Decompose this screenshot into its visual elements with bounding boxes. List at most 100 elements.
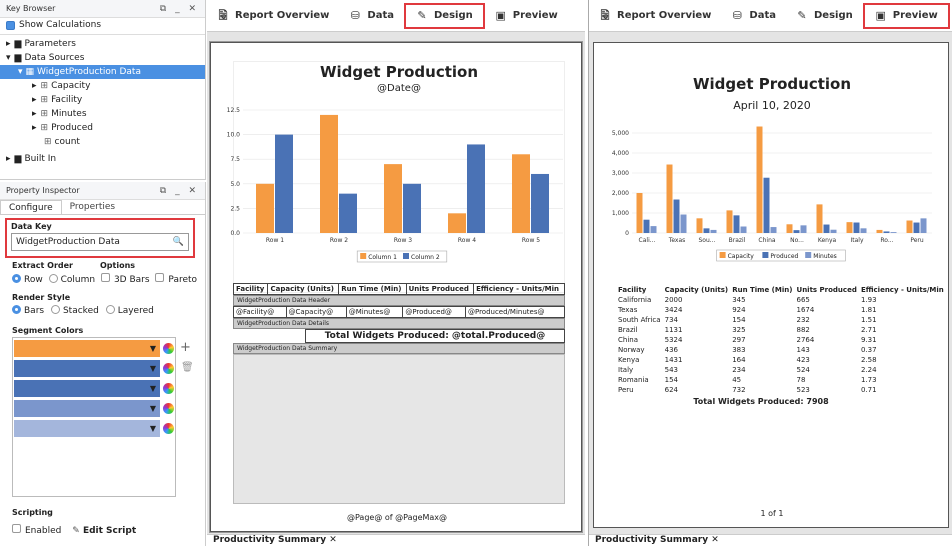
enabled-checkbox[interactable]: Enabled	[12, 524, 61, 536]
x-tick-label: Row 1	[266, 237, 284, 244]
radio-column[interactable]: Column	[48, 274, 95, 285]
segment-color-row[interactable]: ▼	[14, 399, 174, 418]
field-icon: ⊞	[40, 95, 49, 105]
database-icon: ⛁	[350, 8, 361, 22]
tab-design[interactable]: ✎ Design	[786, 3, 863, 29]
inspector-titlebar: Property Inspector ⧉ _ ✕	[0, 182, 205, 200]
design-column-header: Units Produced	[405, 283, 475, 295]
table-cell: Texas	[618, 306, 638, 314]
y-tick-label: 0	[625, 230, 629, 237]
table-cell: 154	[664, 376, 678, 384]
segment-color-swatch[interactable]: ▼	[14, 340, 160, 357]
tab-data[interactable]: ⛁ Data	[339, 3, 404, 29]
table-cell: 734	[664, 316, 678, 324]
bar-produced	[733, 215, 740, 233]
y-tick-label: 5,000	[612, 130, 629, 137]
radio-row[interactable]: Row	[12, 274, 43, 285]
table-cell: 1.81	[860, 306, 877, 314]
tree-item-count[interactable]: ⊞ count	[0, 135, 205, 149]
tab-preview[interactable]: ▣ Preview	[485, 3, 568, 29]
tab-configure[interactable]: Configure	[0, 200, 62, 214]
legend-label: Produced	[770, 253, 798, 260]
design-table-area: Facility Capacity (Units) Run Time (Min) Un…	[232, 283, 566, 504]
band-header-label: WidgetProduction Data Header	[233, 295, 565, 306]
tree-item-facility[interactable]: ▸ ⊞ Facility	[0, 93, 205, 107]
table-cell: 1431	[664, 356, 683, 364]
color-wheel-icon[interactable]	[163, 343, 174, 354]
legend-label: Column 1	[368, 254, 397, 261]
tree-item-minutes[interactable]: ▸ ⊞ Minutes	[0, 107, 205, 121]
design-column-header: Efficiency - Units/Min	[473, 283, 565, 295]
segment-color-row[interactable]: ▼	[14, 339, 174, 358]
tab-report-overview[interactable]: 🗟 Report Overview	[589, 3, 721, 29]
checkbox-3d-bars[interactable]: 3D Bars	[100, 273, 150, 285]
x-tick-label: Row 2	[330, 237, 348, 244]
tree-item-built-in[interactable]: ▸ ▆ Built In	[0, 152, 205, 166]
x-tick-label: Row 3	[394, 237, 412, 244]
segment-color-swatch[interactable]: ▼	[14, 420, 160, 437]
segment-color-row[interactable]: ▼	[14, 359, 174, 378]
design-detail-cell: @Capacity@	[285, 306, 347, 318]
x-tick-label: Ro...	[880, 237, 893, 244]
bar-produced	[913, 222, 920, 233]
bar-column-2	[339, 193, 357, 233]
segment-color-swatch[interactable]: ▼	[14, 380, 160, 397]
tree-item-data-sources[interactable]: ▾ ▆ Data Sources	[0, 51, 205, 65]
panel-window-buttons[interactable]: ⧉ _ ✕	[160, 186, 199, 196]
design-edit-icon: ✎	[417, 8, 427, 22]
bar-capacity	[756, 126, 763, 233]
folder-open-icon: ▆	[14, 53, 22, 63]
table-cell: 624	[664, 386, 678, 394]
preview-column-header: Run Time (Min)	[732, 286, 793, 294]
search-icon[interactable]: 🔍	[173, 237, 184, 247]
design-total-label: Total Widgets Produced: @total.Produced@	[305, 329, 565, 343]
tree-item-capacity[interactable]: ▸ ⊞ Capacity	[0, 79, 205, 93]
segment-color-row[interactable]: ▼	[14, 379, 174, 398]
close-icon[interactable]: ✕	[329, 535, 337, 545]
color-wheel-icon[interactable]	[163, 423, 174, 434]
scripting-label: Scripting	[12, 508, 53, 517]
segment-color-swatch[interactable]: ▼	[14, 360, 160, 377]
design-bar-chart[interactable]: 12.5 10.0 7.5 5.0 2.5 0.0 Row 1 Row 2 Row 3 Row 4…	[221, 105, 576, 275]
tab-data[interactable]: ⛁ Data	[721, 3, 786, 29]
color-wheel-icon[interactable]	[163, 363, 174, 374]
close-icon[interactable]: ✕	[711, 535, 719, 545]
segment-colors-list: ▼ ▼ ▼ ▼ ▼	[12, 337, 176, 497]
y-tick-label: 10.0	[227, 132, 241, 139]
radio-stacked[interactable]: Stacked	[50, 305, 99, 316]
add-icon[interactable]: +	[180, 340, 191, 355]
segment-color-swatch[interactable]: ▼	[14, 400, 160, 417]
panel-window-buttons[interactable]: ⧉ _ ✕	[160, 4, 199, 14]
color-wheel-icon[interactable]	[163, 403, 174, 414]
bar-column-1	[512, 154, 530, 233]
tab-preview[interactable]: ▣ Preview	[862, 2, 950, 29]
tree-item-produced[interactable]: ▸ ⊞ Produced	[0, 121, 205, 135]
tab-properties[interactable]: Properties	[62, 200, 123, 214]
preview-document-tab[interactable]: Productivity Summary ✕	[589, 534, 952, 546]
design-document-tab[interactable]: Productivity Summary ✕	[207, 534, 585, 546]
preview-bar-chart[interactable]: 5,000 4,000 3,000 2,000 1,000 0 Cali... Texas So…	[594, 123, 950, 268]
tab-report-overview[interactable]: 🗟 Report Overview	[207, 3, 339, 29]
color-wheel-icon[interactable]	[163, 383, 174, 394]
bar-produced	[673, 199, 680, 233]
tree-item-parameters[interactable]: ▸ ▆ Parameters	[0, 37, 205, 51]
x-tick-label: Sou...	[698, 237, 715, 244]
render-options-row: Bars Stacked Layered	[12, 305, 154, 316]
preview-column-header: Units Produced	[796, 286, 857, 294]
segment-color-row[interactable]: ▼	[14, 419, 174, 438]
table-cell: 143	[796, 346, 810, 354]
band-details-label: WidgetProduction Data Details	[233, 318, 565, 329]
folder-icon: ▆	[14, 154, 22, 164]
trash-icon[interactable]: 🗑	[181, 362, 194, 373]
radio-bars[interactable]: Bars	[12, 305, 44, 316]
data-key-input[interactable]: WidgetProduction Data 🔍	[11, 233, 189, 251]
tab-design[interactable]: ✎ Design	[403, 2, 485, 29]
checkbox-pareto[interactable]: Pareto	[155, 273, 197, 285]
legend-swatch	[805, 252, 812, 258]
bar-column-1	[256, 183, 274, 233]
radio-layered[interactable]: Layered	[105, 305, 154, 316]
tree-item-widgetproduction[interactable]: ▾ ▦ WidgetProduction Data	[0, 65, 205, 79]
edit-script-button[interactable]: ✎ Edit Script	[72, 526, 136, 536]
table-row: California 2000 345 665 1.93	[616, 295, 946, 305]
show-calculations-checkbox[interactable]: Show Calculations	[0, 18, 205, 32]
